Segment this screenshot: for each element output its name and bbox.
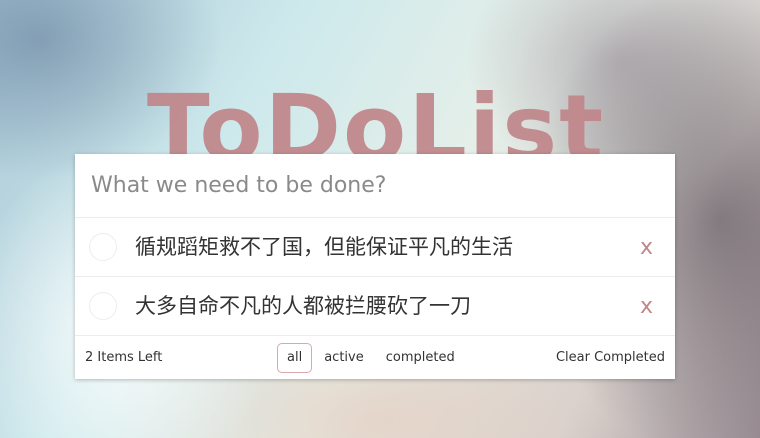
todo-toggle-checkbox[interactable] — [89, 233, 117, 261]
filter-tabs: all active completed — [277, 343, 467, 373]
todo-toggle-checkbox[interactable] — [89, 292, 117, 320]
delete-todo-button[interactable]: x — [640, 277, 653, 336]
filter-all[interactable]: all — [277, 343, 313, 373]
todo-text[interactable]: 循规蹈矩救不了国，但能保证平凡的生活 — [135, 218, 513, 277]
todo-text[interactable]: 大多自命不凡的人都被拦腰砍了一刀 — [135, 277, 471, 336]
todo-item: 大多自命不凡的人都被拦腰砍了一刀 x — [75, 277, 675, 336]
delete-todo-button[interactable]: x — [640, 218, 653, 277]
todo-item: 循规蹈矩救不了国，但能保证平凡的生活 x — [75, 218, 675, 277]
clear-completed-button[interactable]: Clear Completed — [556, 336, 665, 379]
filter-completed[interactable]: completed — [376, 343, 465, 373]
todo-footer: 2 Items Left all active completed Clear … — [75, 336, 675, 379]
filter-active[interactable]: active — [314, 343, 374, 373]
todo-card: 循规蹈矩救不了国，但能保证平凡的生活 x 大多自命不凡的人都被拦腰砍了一刀 x … — [75, 154, 675, 379]
todo-list: 循规蹈矩救不了国，但能保证平凡的生活 x 大多自命不凡的人都被拦腰砍了一刀 x — [75, 218, 675, 336]
new-todo-input[interactable] — [75, 154, 675, 218]
items-left-count: 2 Items Left — [85, 350, 163, 365]
